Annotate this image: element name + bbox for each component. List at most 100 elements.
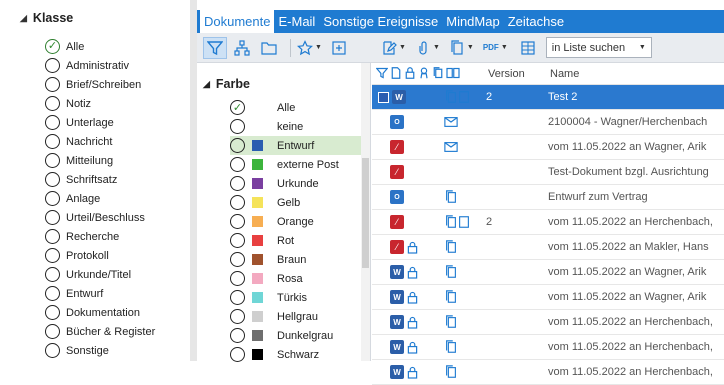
klasse-item[interactable]: Anlage: [45, 189, 155, 208]
farbe-item[interactable]: Entwurf: [230, 136, 362, 155]
radio-icon[interactable]: [230, 233, 245, 248]
farbe-header[interactable]: ◢ Farbe: [203, 77, 250, 91]
radio-icon[interactable]: [230, 290, 245, 305]
tab-zeitachse[interactable]: Zeitachse: [504, 10, 568, 33]
copy-button[interactable]: ▼: [449, 37, 480, 59]
klasse-item[interactable]: Entwurf: [45, 284, 155, 303]
hierarchy-button[interactable]: [230, 37, 254, 59]
radio-icon[interactable]: [230, 157, 245, 172]
radio-icon[interactable]: [45, 286, 60, 301]
radio-icon[interactable]: [45, 96, 60, 111]
klasse-item[interactable]: Schriftsatz: [45, 170, 155, 189]
klasse-item[interactable]: Urteil/Beschluss: [45, 208, 155, 227]
user-badge-icon[interactable]: [418, 67, 430, 79]
radio-icon[interactable]: [230, 271, 245, 286]
farbe-item[interactable]: ✓ Alle: [230, 98, 362, 117]
radio-icon[interactable]: [45, 58, 60, 73]
versions-icon[interactable]: [446, 67, 460, 79]
radio-icon[interactable]: [230, 195, 245, 210]
columns-button[interactable]: [517, 37, 539, 59]
klasse-item[interactable]: Recherche: [45, 227, 155, 246]
table-row[interactable]: Wvom 11.05.2022 an Herchenbach,: [372, 335, 724, 360]
farbe-item[interactable]: keine: [230, 117, 362, 136]
radio-icon[interactable]: [230, 328, 245, 343]
table-row[interactable]: O 2100004 - Wagner/Herchenbach: [372, 110, 724, 135]
radio-checked-icon[interactable]: ✓: [230, 100, 245, 115]
klasse-item[interactable]: Unterlage: [45, 113, 155, 132]
radio-icon[interactable]: [230, 176, 245, 191]
radio-icon[interactable]: [230, 309, 245, 324]
radio-icon[interactable]: [230, 214, 245, 229]
document-icon[interactable]: [390, 67, 402, 79]
search-dropdown[interactable]: in Liste suchen ▼: [545, 37, 652, 58]
farbe-item[interactable]: Hellgrau: [230, 307, 362, 326]
radio-icon[interactable]: [45, 324, 60, 339]
table-row[interactable]: ⁄ vom 11.05.2022 an Makler, Hans: [372, 235, 724, 260]
panel-splitter[interactable]: [190, 0, 197, 361]
radio-icon[interactable]: [230, 138, 245, 153]
tab-sonstige-ereignisse[interactable]: Sonstige Ereignisse: [319, 10, 442, 33]
table-row[interactable]: O Entwurf zum Vertrag: [372, 185, 724, 210]
farbe-item[interactable]: externe Post: [230, 155, 362, 174]
radio-icon[interactable]: [45, 153, 60, 168]
farbe-item[interactable]: Türkis: [230, 288, 362, 307]
column-name[interactable]: Name: [550, 68, 579, 80]
klasse-item[interactable]: Bücher & Register: [45, 322, 155, 341]
radio-icon[interactable]: [45, 172, 60, 187]
attachment-button[interactable]: ▼: [415, 37, 446, 59]
klasse-item[interactable]: Sonstige: [45, 341, 155, 360]
radio-icon[interactable]: [230, 347, 245, 362]
table-row[interactable]: ⁄ vom 11.05.2022 an Wagner, Arik: [372, 135, 724, 160]
collapse-triangle-icon[interactable]: ◢: [203, 79, 210, 90]
radio-icon[interactable]: [45, 77, 60, 92]
table-row[interactable]: Wvom 11.05.2022 an Wagner, Arik: [372, 260, 724, 285]
farbe-item[interactable]: Schwarz: [230, 345, 362, 364]
farbe-item[interactable]: Rosa: [230, 269, 362, 288]
farbe-item[interactable]: Rot: [230, 231, 362, 250]
farbe-item[interactable]: Urkunde: [230, 174, 362, 193]
farbe-item[interactable]: Gelb: [230, 193, 362, 212]
radio-icon[interactable]: [45, 229, 60, 244]
radio-icon[interactable]: [45, 134, 60, 149]
klasse-item[interactable]: Administrativ: [45, 56, 155, 75]
radio-icon[interactable]: [230, 119, 245, 134]
klasse-item[interactable]: Notiz: [45, 94, 155, 113]
klasse-item[interactable]: Protokoll: [45, 246, 155, 265]
klasse-header[interactable]: ◢ Klasse: [20, 11, 73, 25]
farbe-item[interactable]: Orange: [230, 212, 362, 231]
radio-icon[interactable]: [230, 252, 245, 267]
table-row[interactable]: Wvom 11.05.2022 an Herchenbach,: [372, 310, 724, 335]
klasse-item[interactable]: ✓ Alle: [45, 37, 155, 56]
klasse-item[interactable]: Dokumentation: [45, 303, 155, 322]
radio-icon[interactable]: [45, 191, 60, 206]
tab-email[interactable]: E-Mail: [274, 10, 319, 33]
table-row[interactable]: ⁄ 2 vom 11.05.2022 an Herchenbach,: [372, 210, 724, 235]
farbe-scrollbar[interactable]: [361, 63, 370, 361]
column-version[interactable]: Version: [488, 68, 525, 80]
klasse-item[interactable]: Brief/Schreiben: [45, 75, 155, 94]
tab-dokumente[interactable]: Dokumente: [200, 10, 275, 33]
klasse-item[interactable]: Mitteilung: [45, 151, 155, 170]
lock-icon[interactable]: [404, 67, 416, 79]
filter-button[interactable]: [203, 36, 227, 59]
edit-button[interactable]: ▼: [381, 37, 412, 59]
favorites-button[interactable]: ▼: [297, 37, 328, 59]
klasse-item[interactable]: Nachricht: [45, 132, 155, 151]
radio-icon[interactable]: [45, 248, 60, 263]
radio-checked-icon[interactable]: ✓: [45, 39, 60, 54]
radio-icon[interactable]: [45, 305, 60, 320]
klasse-item[interactable]: Urkunde/Titel: [45, 265, 155, 284]
radio-icon[interactable]: [45, 343, 60, 358]
radio-icon[interactable]: [45, 210, 60, 225]
chevron-down-icon[interactable]: ▼: [639, 44, 646, 51]
collapse-triangle-icon[interactable]: ◢: [20, 13, 27, 24]
radio-icon[interactable]: [45, 267, 60, 282]
expand-button[interactable]: [331, 37, 347, 59]
radio-icon[interactable]: [45, 115, 60, 130]
table-row[interactable]: Wvom 11.05.2022 an Wagner, Arik: [372, 285, 724, 310]
scrollbar-thumb[interactable]: [362, 158, 369, 268]
copy-document-icon[interactable]: [432, 67, 444, 79]
table-row[interactable]: ⁄ Test-Dokument bzgl. Ausrichtung: [372, 160, 724, 185]
filter-icon[interactable]: [376, 67, 388, 79]
tab-mindmap[interactable]: MindMap: [442, 10, 503, 33]
